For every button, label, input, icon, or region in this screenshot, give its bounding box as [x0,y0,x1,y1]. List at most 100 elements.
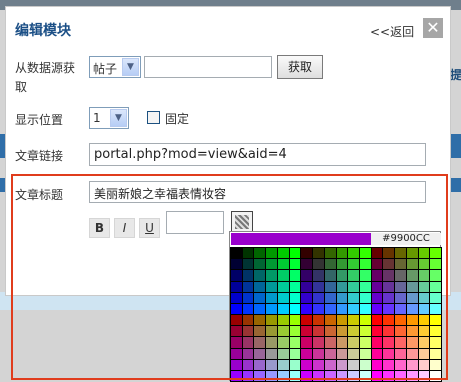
color-swatch[interactable] [313,337,324,348]
color-swatch[interactable] [371,259,383,270]
color-swatch[interactable] [359,281,371,292]
color-swatch[interactable] [359,259,371,270]
color-swatch[interactable] [324,259,336,270]
color-swatch[interactable] [313,326,324,337]
color-swatch[interactable] [395,259,406,270]
color-swatch[interactable] [336,248,348,259]
color-swatch[interactable] [406,292,418,303]
color-swatch[interactable] [336,303,348,314]
color-swatch[interactable] [359,348,371,359]
back-link[interactable]: <<返回 [370,23,414,40]
color-swatch[interactable] [395,348,406,359]
color-swatch[interactable] [313,281,324,292]
color-swatch[interactable] [395,292,406,303]
color-swatch[interactable] [254,337,266,348]
color-swatch[interactable] [231,370,242,381]
color-swatch[interactable] [406,281,418,292]
fetch-button[interactable]: 获取 [277,55,323,79]
color-swatch[interactable] [289,303,301,314]
color-swatch[interactable] [266,370,277,381]
color-swatch[interactable] [430,270,441,281]
color-swatch[interactable] [231,270,242,281]
color-swatch[interactable] [301,259,313,270]
color-swatch[interactable] [348,248,359,259]
color-swatch[interactable] [359,337,371,348]
color-swatch[interactable] [289,348,301,359]
color-swatch[interactable] [313,348,324,359]
color-swatch[interactable] [359,359,371,370]
color-swatch[interactable] [430,281,441,292]
color-swatch[interactable] [242,370,254,381]
color-swatch[interactable] [301,326,313,337]
color-swatch[interactable] [301,359,313,370]
color-swatch[interactable] [348,292,359,303]
color-swatch[interactable] [277,281,289,292]
color-swatch[interactable] [289,326,301,337]
color-swatch[interactable] [418,303,430,314]
italic-button[interactable]: I [114,218,135,238]
color-swatch[interactable] [395,315,406,326]
color-swatch[interactable] [324,370,336,381]
color-swatch[interactable] [266,326,277,337]
color-swatch[interactable] [383,370,395,381]
color-swatch[interactable] [348,281,359,292]
color-swatch[interactable] [430,303,441,314]
color-swatch[interactable] [301,303,313,314]
color-swatch[interactable] [395,359,406,370]
color-swatch[interactable] [231,326,242,337]
color-swatch[interactable] [242,348,254,359]
color-swatch[interactable] [348,348,359,359]
color-swatch[interactable] [266,292,277,303]
color-swatch[interactable] [289,359,301,370]
color-swatch[interactable] [324,348,336,359]
source-input[interactable] [144,56,272,78]
color-swatch[interactable] [348,303,359,314]
color-swatch[interactable] [371,337,383,348]
color-swatch[interactable] [254,259,266,270]
bold-button[interactable]: B [89,218,110,238]
source-select[interactable]: 帖子 ▼ [89,56,141,78]
color-swatch[interactable] [359,303,371,314]
color-swatch[interactable] [418,337,430,348]
color-swatch[interactable] [371,303,383,314]
color-swatch[interactable] [406,337,418,348]
color-swatch[interactable] [371,359,383,370]
color-swatch[interactable] [383,303,395,314]
color-swatch[interactable] [430,248,441,259]
color-swatch[interactable] [383,259,395,270]
color-swatch[interactable] [348,270,359,281]
color-swatch[interactable] [383,248,395,259]
color-swatch[interactable] [359,292,371,303]
color-swatch[interactable] [371,370,383,381]
color-swatch[interactable] [277,303,289,314]
color-input[interactable] [166,211,224,234]
color-swatch[interactable] [301,248,313,259]
color-swatch[interactable] [231,259,242,270]
color-swatch[interactable] [418,370,430,381]
color-swatch[interactable] [395,303,406,314]
color-swatch[interactable] [254,326,266,337]
color-swatch[interactable] [324,359,336,370]
underline-button[interactable]: U [139,218,160,238]
color-swatch[interactable] [313,303,324,314]
color-swatch[interactable] [324,337,336,348]
color-swatch[interactable] [301,370,313,381]
color-swatch[interactable] [348,326,359,337]
color-swatch[interactable] [336,315,348,326]
color-swatch[interactable] [406,259,418,270]
color-swatch[interactable] [289,337,301,348]
color-swatch[interactable] [242,259,254,270]
color-swatch[interactable] [406,248,418,259]
color-swatch[interactable] [301,292,313,303]
color-swatch[interactable] [277,315,289,326]
color-swatch[interactable] [231,359,242,370]
color-swatch[interactable] [371,270,383,281]
color-swatch[interactable] [254,359,266,370]
color-swatch[interactable] [324,326,336,337]
color-swatch[interactable] [254,303,266,314]
position-select[interactable]: 1 ▼ [89,107,129,129]
color-swatch[interactable] [301,281,313,292]
color-swatch[interactable] [242,315,254,326]
color-swatch[interactable] [336,348,348,359]
color-swatch[interactable] [406,326,418,337]
